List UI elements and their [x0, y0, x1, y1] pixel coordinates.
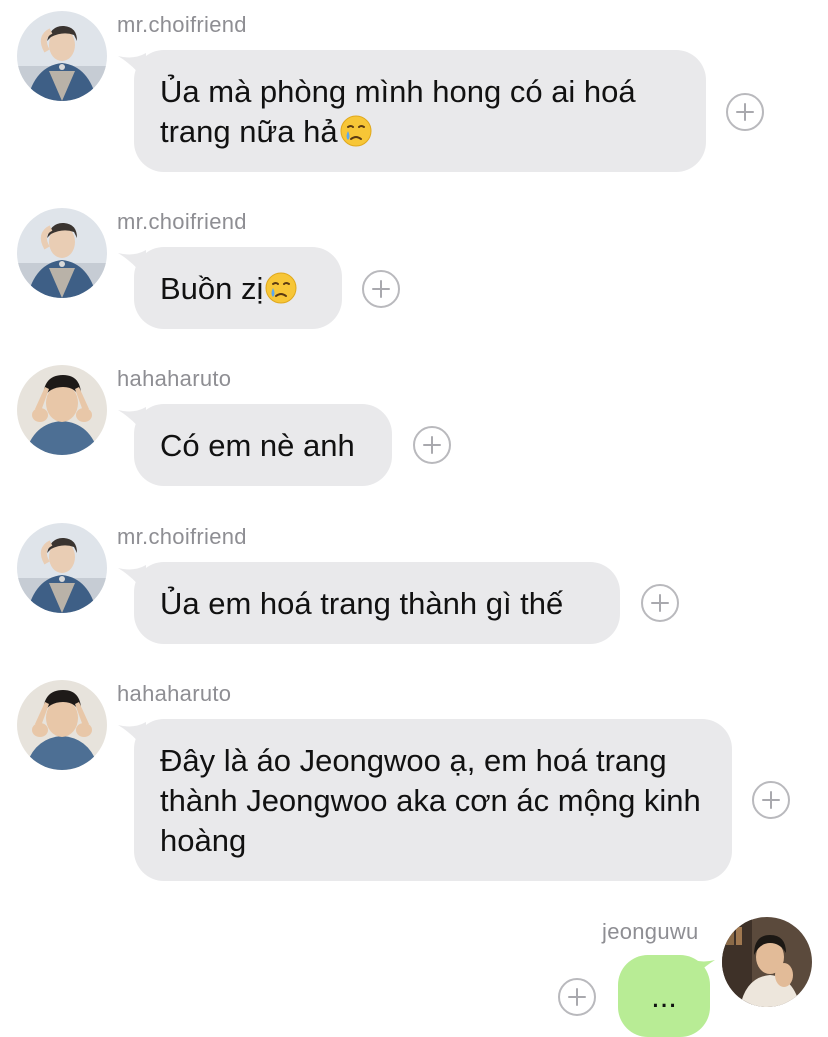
- add-reaction-button[interactable]: [362, 270, 400, 308]
- plus-icon: [736, 103, 754, 121]
- message-text: Có em nè anh: [160, 428, 355, 463]
- crying-face-emoji: [340, 115, 372, 147]
- message-bubble-outgoing[interactable]: ...: [618, 955, 710, 1037]
- message-bubble[interactable]: Đây là áo Jeongwoo ạ, em hoá trang thành…: [134, 719, 732, 881]
- sender-name: mr.choifriend: [117, 209, 247, 234]
- plus-icon: [651, 594, 669, 612]
- crying-face-emoji: [265, 272, 297, 304]
- sender-name: hahaharuto: [117, 366, 232, 391]
- message-text: Ủa mà phòng mình hong có ai hoá trang nữ…: [160, 74, 645, 149]
- sender-name: mr.choifriend: [117, 524, 247, 549]
- plus-icon: [372, 280, 390, 298]
- message-text: Buồn zị: [160, 271, 264, 306]
- sender-name: jeonguwu: [602, 919, 699, 944]
- message-text: ...: [651, 979, 677, 1014]
- avatar-mr-choifriend[interactable]: [17, 11, 107, 101]
- avatar-mr-choifriend[interactable]: [17, 523, 107, 613]
- avatar-mr-choifriend[interactable]: [17, 208, 107, 298]
- message-bubble[interactable]: Ủa mà phòng mình hong có ai hoá trang nữ…: [134, 50, 706, 172]
- add-reaction-button[interactable]: [726, 93, 764, 131]
- add-reaction-button[interactable]: [413, 426, 451, 464]
- add-reaction-button[interactable]: [752, 781, 790, 819]
- sender-name: mr.choifriend: [117, 12, 247, 37]
- plus-icon: [762, 791, 780, 809]
- avatar-hahaharuto[interactable]: [17, 365, 107, 455]
- add-reaction-button[interactable]: [558, 978, 596, 1016]
- sender-name: hahaharuto: [117, 681, 232, 706]
- message-bubble[interactable]: Có em nè anh: [134, 404, 392, 486]
- message-text: Ủa em hoá trang thành gì thế: [160, 586, 564, 621]
- avatar-jeonguwu[interactable]: [722, 917, 812, 1007]
- message-text: Đây là áo Jeongwoo ạ, em hoá trang thành…: [160, 743, 710, 858]
- add-reaction-button[interactable]: [641, 584, 679, 622]
- plus-icon: [568, 988, 586, 1006]
- plus-icon: [423, 436, 441, 454]
- avatar-hahaharuto[interactable]: [17, 680, 107, 770]
- message-bubble[interactable]: Buồn zị: [134, 247, 342, 329]
- message-bubble[interactable]: Ủa em hoá trang thành gì thế: [134, 562, 620, 644]
